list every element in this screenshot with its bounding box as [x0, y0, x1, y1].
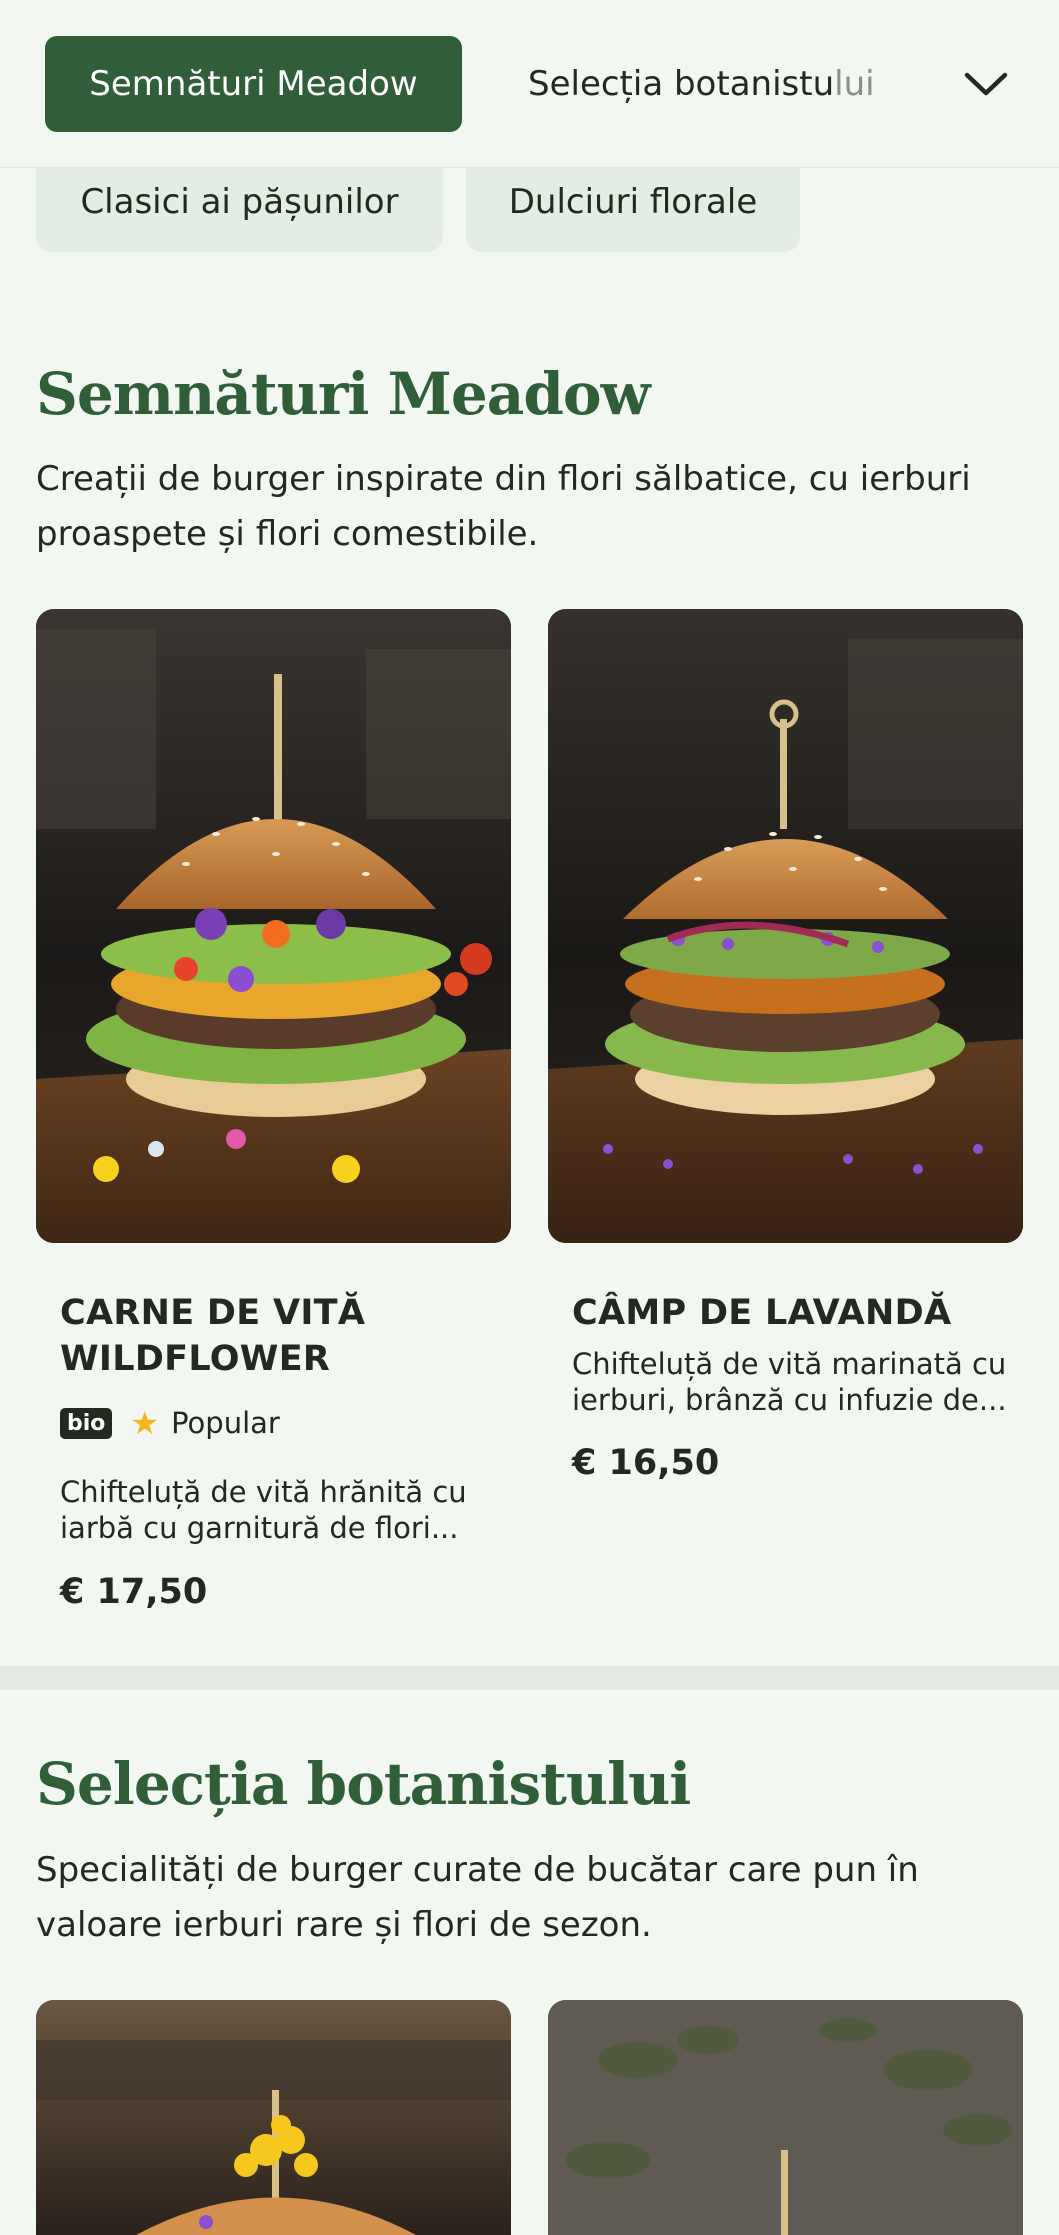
section-divider	[0, 1666, 1059, 1690]
menu-item-name[interactable]: CARNE DE VITĂ WILDFLOWER	[60, 1290, 365, 1382]
menu-item-name[interactable]: CÂMP DE LAVANDĂ	[572, 1290, 951, 1336]
menu-item-name-line: CARNE DE VITĂ	[60, 1293, 366, 1333]
section-description: Specialități de burger curate de bucătar…	[36, 1850, 919, 1945]
popular-tag: Popular	[171, 1406, 280, 1440]
menu-item-description-line: ierburi, brânză cu infuzie de...	[572, 1383, 1007, 1417]
chevron-down-icon[interactable]	[960, 60, 1012, 108]
star-icon: ★	[130, 1404, 160, 1442]
category-tab-label: Selecția botanistu	[528, 64, 835, 104]
menu-item-name-line: WILDFLOWER	[60, 1339, 331, 1379]
menu-item-image[interactable]	[548, 609, 1023, 1243]
menu-item-image[interactable]	[36, 609, 511, 1243]
menu-item-image[interactable]	[36, 2000, 511, 2235]
menu-item-description-line: Chifteluță de vită marinată cu	[572, 1347, 1007, 1381]
menu-item-price: € 16,50	[572, 1443, 720, 1483]
menu-item-description: Chifteluță de vită marinată cu ierburi, …	[572, 1346, 1007, 1418]
section-description: Creații de burger inspirate din flori să…	[36, 459, 971, 554]
menu-item-description-line: Chifteluță de vită hrănită cu	[60, 1475, 467, 1509]
category-tab-semnaturi-meadow[interactable]: Semnături Meadow	[45, 36, 462, 132]
menu-item-description-line: iarbă cu garnitură de flori...	[60, 1511, 459, 1545]
section-title: Selecția botanistului	[36, 1750, 691, 1818]
menu-item-badges: bio ★ Popular	[60, 1404, 280, 1442]
category-tab-selectia-botanistului[interactable]: Selecția botanistu lui	[528, 36, 875, 132]
menu-item-price: € 17,50	[60, 1572, 208, 1612]
category-nav: Semnături Meadow Selecția botanistu lui	[0, 0, 1059, 168]
menu-item-description: Chifteluță de vită hrănită cu iarbă cu g…	[60, 1474, 467, 1546]
menu-item-image[interactable]	[548, 2000, 1023, 2235]
bio-badge: bio	[60, 1407, 113, 1439]
section-title: Semnături Meadow	[36, 360, 651, 428]
category-tab-label-faded: lui	[834, 64, 875, 104]
